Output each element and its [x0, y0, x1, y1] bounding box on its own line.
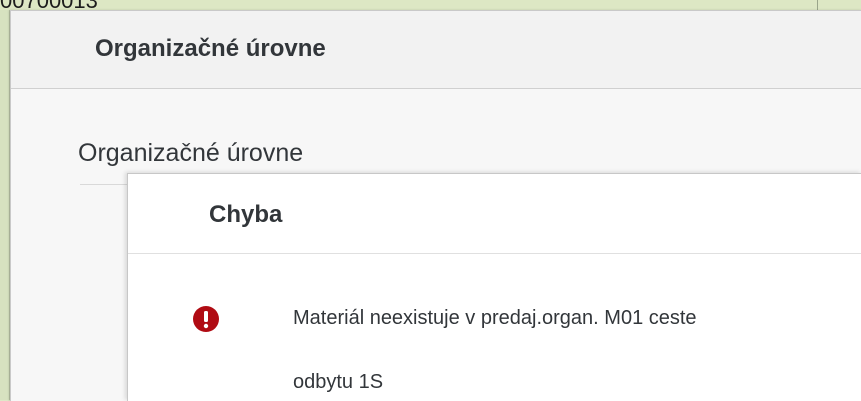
error-dialog-title: Chyba	[209, 201, 283, 228]
background-app-strip: 00700013	[0, 0, 861, 10]
dialog-title: Organizačné úrovne	[95, 35, 326, 62]
error-dialog: Chyba Materiál neexistuje v predaj.organ…	[127, 173, 861, 401]
error-dialog-header: Chyba	[128, 174, 861, 254]
error-message-line-1: Materiál neexistuje v predaj.organ. M01 …	[293, 307, 697, 329]
background-left-edge	[0, 10, 10, 400]
background-divider	[817, 0, 818, 10]
dialog-header: Organizačné úrovne	[11, 11, 861, 89]
error-icon	[193, 306, 219, 332]
background-partial-text: 00700013	[0, 0, 98, 10]
section-title: Organizačné úrovne	[78, 139, 304, 167]
error-message-line-2: odbytu 1S	[293, 371, 384, 393]
